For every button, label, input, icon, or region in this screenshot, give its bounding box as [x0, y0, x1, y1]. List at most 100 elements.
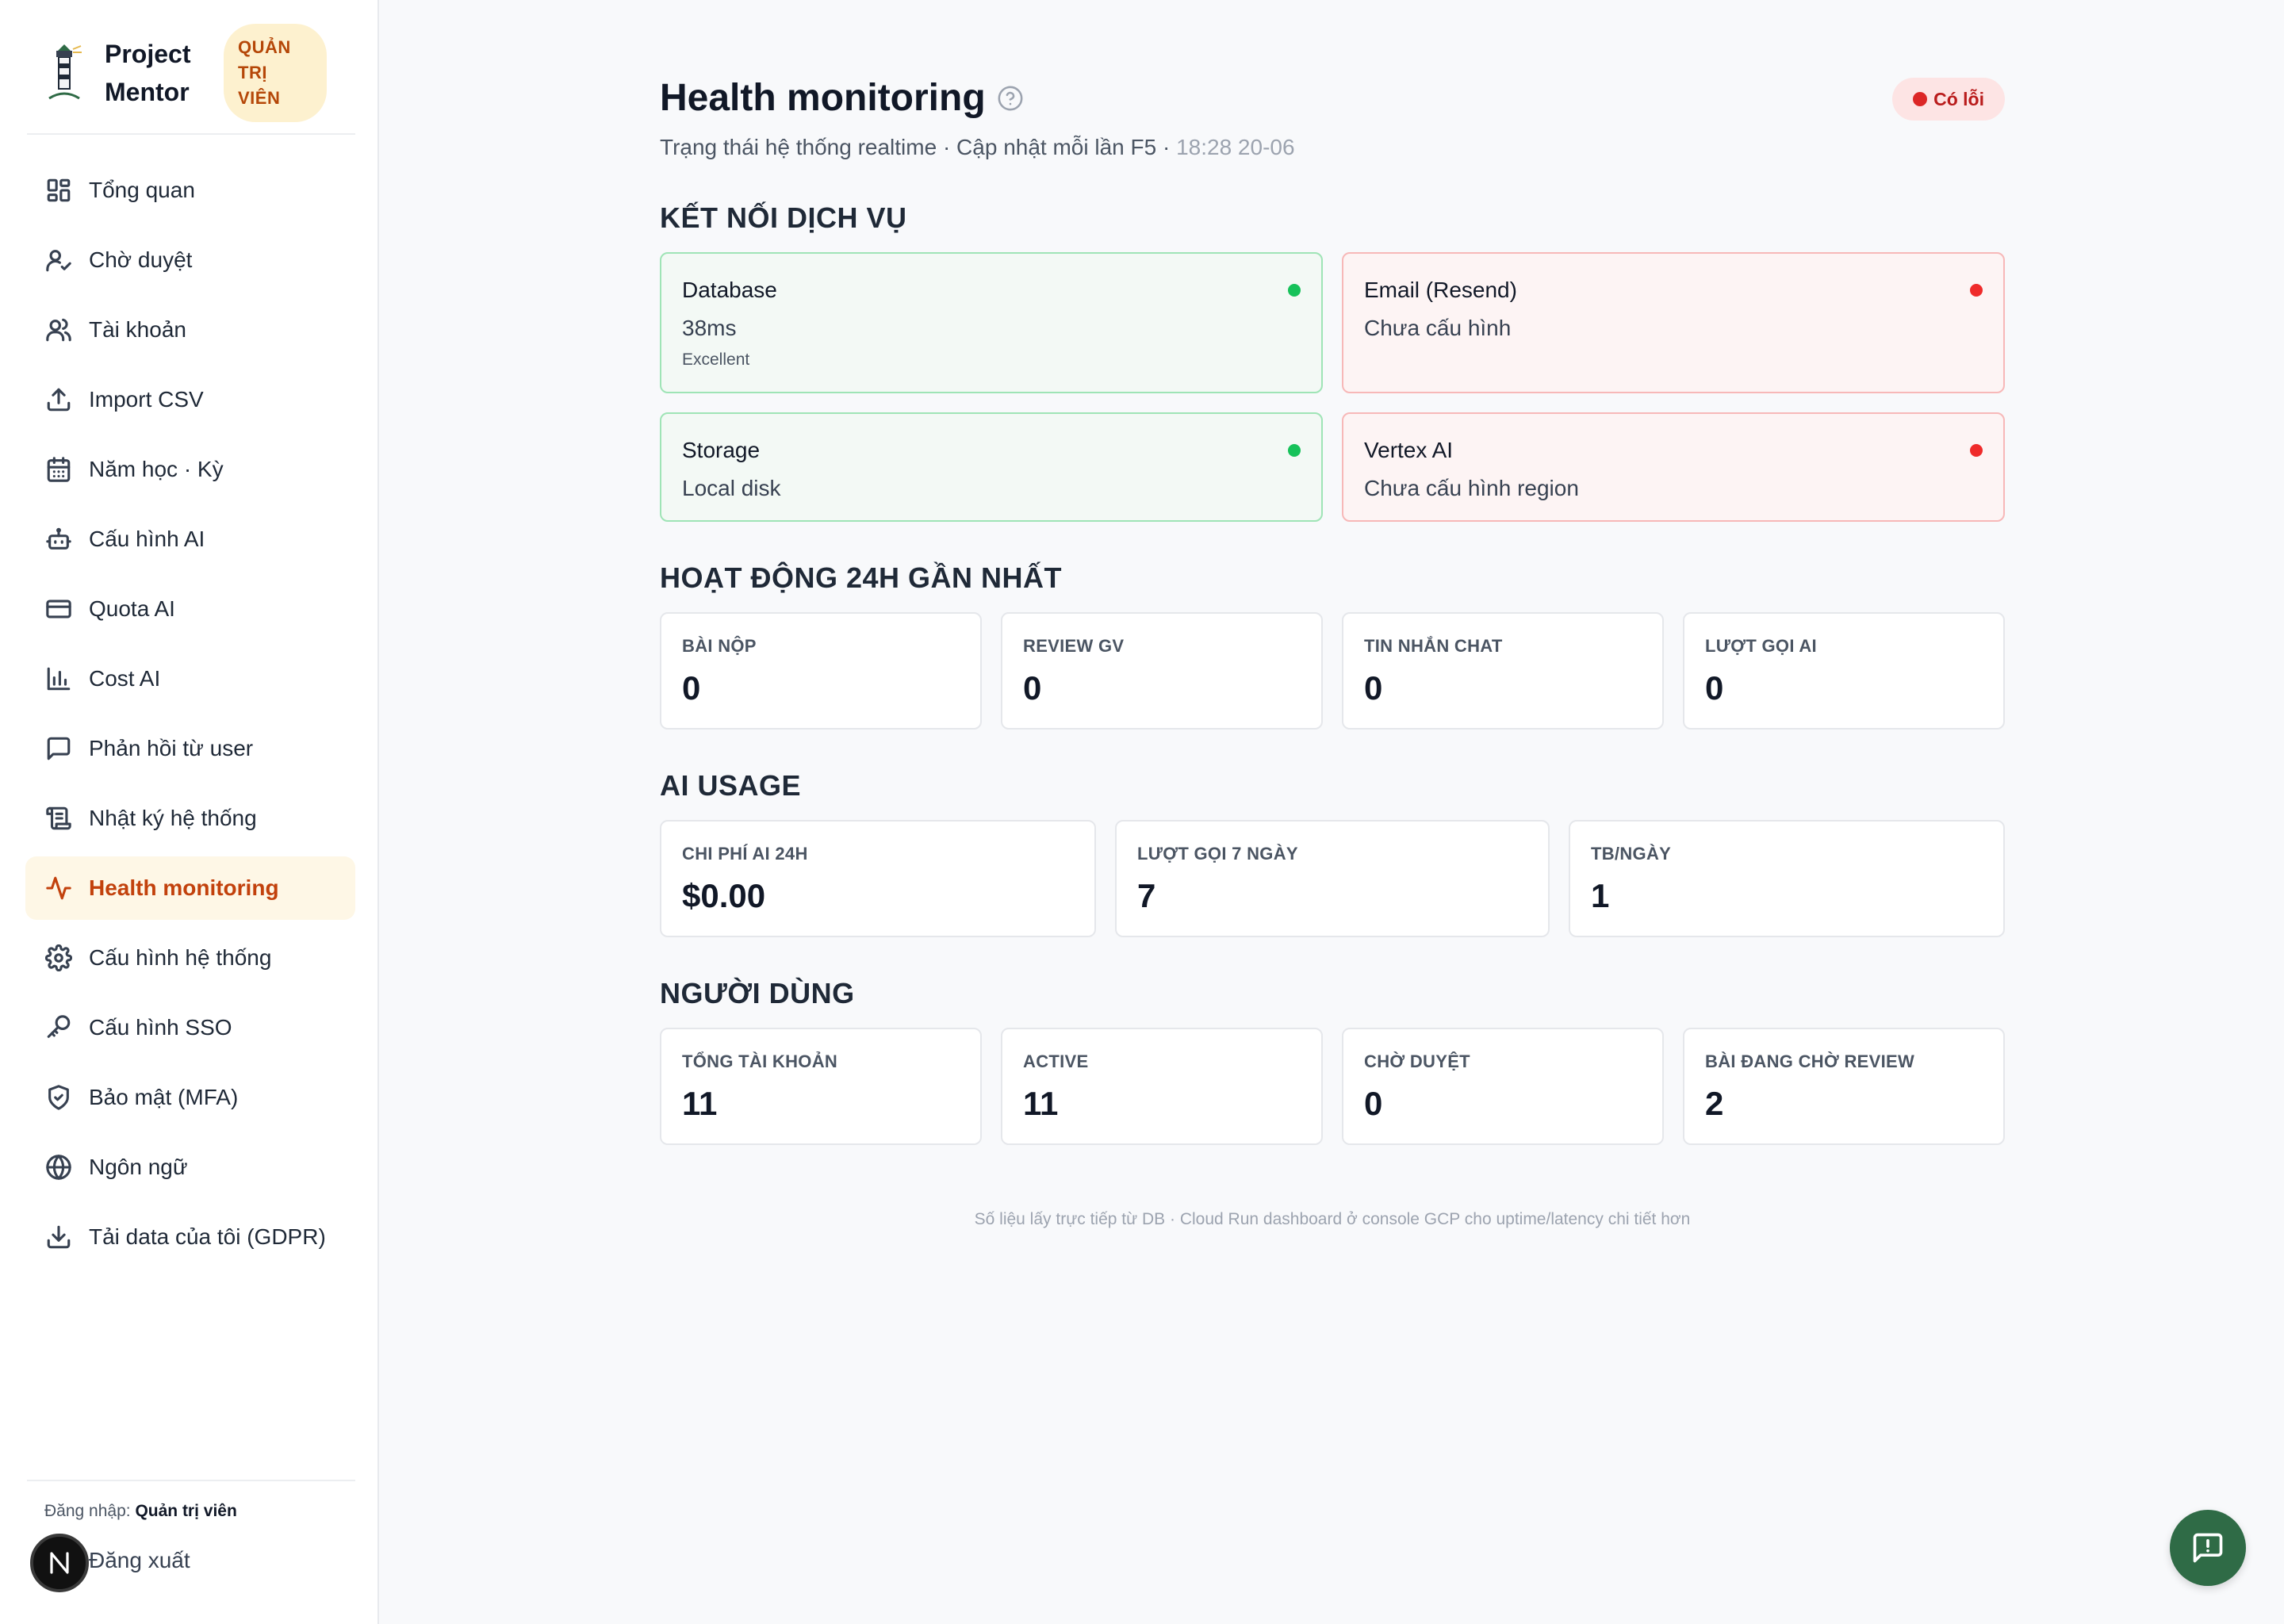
gear-icon: [44, 944, 73, 972]
sidebar-item-label: Cấu hình SSO: [89, 1015, 232, 1040]
calendar-icon: [44, 455, 73, 484]
sidebar-item-tong-quan[interactable]: Tổng quan: [25, 159, 355, 222]
upload-icon: [44, 385, 73, 414]
service-name: Database: [682, 278, 777, 302]
subtitle-text: Trạng thái hệ thống realtime · Cập nhật …: [660, 135, 1171, 159]
scroll-icon: [44, 804, 73, 833]
stat-value: 0: [1705, 669, 1724, 707]
sidebar-item-nam-hoc-ky[interactable]: Năm học · Kỳ: [25, 438, 355, 501]
service-note: Excellent: [682, 350, 750, 369]
stat-value: 2: [1705, 1085, 1724, 1122]
stat-card-bai-nop: BÀI NỘP 0: [660, 612, 982, 730]
service-card-email: Email (Resend) Chưa cấu hình: [1342, 252, 2005, 393]
n-badge-icon[interactable]: [30, 1534, 89, 1592]
stat-value: 7: [1137, 877, 1156, 914]
status-dot-icon: [1288, 444, 1301, 457]
key-icon: [44, 1013, 73, 1042]
sidebar-item-label: Quota AI: [89, 596, 175, 621]
stat-value: 0: [1023, 669, 1042, 707]
bar-chart-icon: [44, 665, 73, 693]
sidebar-item-label: Cấu hình hệ thống: [89, 945, 272, 970]
robot-icon: [44, 525, 73, 553]
stat-card-luot-goi-ai: LƯỢT GỌI AI 0: [1683, 612, 2005, 730]
sidebar-item-cau-hinh-sso[interactable]: Cấu hình SSO: [25, 996, 355, 1059]
sidebar-item-label: Tải data của tôi (GDPR): [89, 1224, 326, 1249]
stat-card-tin-nhan-chat: TIN NHẮN CHAT 0: [1342, 612, 1664, 730]
feedback-chat-button[interactable]: [2170, 1510, 2246, 1586]
status-dot-icon: [1970, 444, 1983, 457]
sidebar-item-label: Tổng quan: [89, 178, 195, 202]
stat-label: BÀI ĐANG CHỜ REVIEW: [1705, 1051, 1915, 1071]
service-card-vertex-ai: Vertex AI Chưa cấu hình region: [1342, 412, 2005, 522]
sidebar-item-label: Nhật ký hệ thống: [89, 806, 257, 830]
sidebar-item-tai-data-gdpr[interactable]: Tải data của tôi (GDPR): [25, 1205, 355, 1269]
stat-card-tong-tai-khoan: TỔNG TÀI KHOẢN 11: [660, 1028, 982, 1145]
user-check-icon: [44, 246, 73, 274]
sidebar-item-label: Bảo mật (MFA): [89, 1085, 239, 1109]
section-title-ai-usage: AI USAGE: [660, 769, 802, 802]
help-circle-icon[interactable]: [997, 85, 1024, 112]
page-title-text: Health monitoring: [660, 77, 986, 119]
login-user: Quản trị viên: [135, 1502, 237, 1520]
sidebar-item-bao-mat-mfa[interactable]: Bảo mật (MFA): [25, 1066, 355, 1129]
stat-card-review-gv: REVIEW GV 0: [1001, 612, 1323, 730]
stat-value: 1: [1591, 877, 1610, 914]
stat-label: LƯỢT GỌI AI: [1705, 636, 1817, 656]
users-icon: [44, 316, 73, 344]
service-name: Storage: [682, 438, 761, 462]
sidebar-item-label: Chờ duyệt: [89, 247, 193, 272]
sidebar: Project Mentor QUẢN TRỊ VIÊN Tổng quan C…: [0, 0, 379, 1624]
activity-icon: [44, 874, 73, 902]
section-title-activity: HOẠT ĐỘNG 24H GẦN NHẤT: [660, 561, 1063, 594]
sidebar-nav: Tổng quan Chờ duyệt Tài khoản Import CSV…: [25, 159, 355, 1275]
sidebar-item-phan-hoi[interactable]: Phản hồi từ user: [25, 717, 355, 780]
service-value: 38ms: [682, 316, 737, 340]
credit-card-icon: [44, 595, 73, 623]
login-prefix: Đăng nhập:: [44, 1502, 131, 1520]
sidebar-footer-divider: [27, 1480, 355, 1481]
stat-card-active: ACTIVE 11: [1001, 1028, 1323, 1145]
section-title-services: KẾT NỐI DỊCH VỤ: [660, 201, 907, 234]
stat-value: 11: [682, 1085, 718, 1122]
service-value: Chưa cấu hình region: [1364, 476, 1579, 500]
section-title-users: NGƯỜI DÙNG: [660, 977, 855, 1009]
role-badge: QUẢN TRỊ VIÊN: [224, 24, 327, 122]
brand-name: Project Mentor: [105, 40, 191, 106]
stat-card-cho-duyet: CHỜ DUYỆT 0: [1342, 1028, 1664, 1145]
globe-icon: [44, 1153, 73, 1182]
stat-label: TIN NHẮN CHAT: [1364, 636, 1503, 656]
sidebar-item-cau-hinh-he-thong[interactable]: Cấu hình hệ thống: [25, 926, 355, 990]
status-dot-icon: [1970, 284, 1983, 297]
stat-label: LƯỢT GỌI 7 NGÀY: [1137, 844, 1298, 864]
shield-check-icon: [44, 1083, 73, 1112]
status-badge: Có lỗi: [1892, 78, 2005, 121]
service-name: Email (Resend): [1364, 278, 1517, 302]
stat-value: 0: [682, 669, 701, 707]
dashboard-grid-icon: [44, 176, 73, 205]
sidebar-item-health-monitoring[interactable]: Health monitoring: [25, 856, 355, 920]
sidebar-item-import-csv[interactable]: Import CSV: [25, 368, 355, 431]
sidebar-item-cau-hinh-ai[interactable]: Cấu hình AI: [25, 508, 355, 571]
sidebar-item-label: Tài khoản: [89, 317, 186, 342]
updated-time: 18:28 20-06: [1176, 135, 1295, 159]
stat-card-tb-ngay: TB/NGÀY 1: [1569, 820, 2005, 937]
sidebar-item-nhat-ky[interactable]: Nhật ký hệ thống: [25, 787, 355, 850]
sidebar-item-cost-ai[interactable]: Cost AI: [25, 647, 355, 710]
stat-label: TB/NGÀY: [1591, 844, 1672, 864]
stat-value: 0: [1364, 669, 1383, 707]
sidebar-item-label: Phản hồi từ user: [89, 736, 254, 760]
sidebar-item-label: Cấu hình AI: [89, 527, 205, 551]
sidebar-item-tai-khoan[interactable]: Tài khoản: [25, 298, 355, 362]
message-alert-icon: [2193, 1533, 2223, 1563]
stat-label: BÀI NỘP: [682, 636, 757, 656]
sidebar-item-cho-duyet[interactable]: Chờ duyệt: [25, 228, 355, 292]
stat-card-luot-goi-7-ngay: LƯỢT GỌI 7 NGÀY 7: [1115, 820, 1550, 937]
logout-button[interactable]: Đăng xuất: [89, 1548, 190, 1573]
stat-card-chi-phi-ai: CHI PHÍ AI 24H $0.00: [660, 820, 1096, 937]
brand[interactable]: Project Mentor QUẢN TRỊ VIÊN: [44, 24, 355, 122]
service-value: Local disk: [682, 476, 781, 500]
stat-label: CHI PHÍ AI 24H: [682, 844, 808, 864]
stat-value: 0: [1364, 1085, 1383, 1122]
sidebar-item-ngon-ngu[interactable]: Ngôn ngữ: [25, 1136, 355, 1199]
sidebar-item-quota-ai[interactable]: Quota AI: [25, 577, 355, 641]
